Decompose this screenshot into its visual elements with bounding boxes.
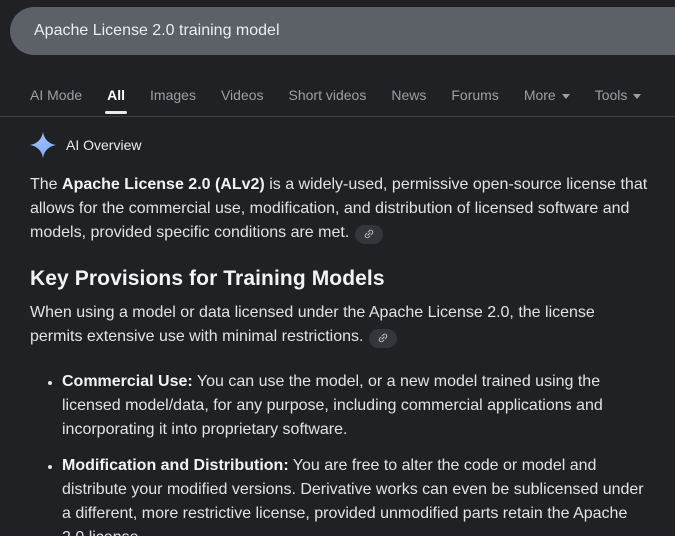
tab-ai-mode[interactable]: AI Mode <box>30 87 82 105</box>
active-tab-underline <box>105 111 127 114</box>
ai-overview-header: AI Overview <box>30 132 648 158</box>
search-input[interactable] <box>34 22 634 40</box>
ai-overview-label: AI Overview <box>66 137 141 153</box>
permissions-paragraph: When using a model or data licensed unde… <box>30 301 648 349</box>
citation-chip[interactable] <box>355 225 383 244</box>
chevron-down-icon <box>562 94 570 99</box>
result-tabs: AI Mode All Images Videos Short videos N… <box>30 87 675 105</box>
tab-more[interactable]: More <box>524 87 570 105</box>
tab-tools[interactable]: Tools <box>595 87 642 105</box>
tab-all[interactable]: All <box>107 87 125 105</box>
tab-short-videos[interactable]: Short videos <box>289 87 367 105</box>
tab-forums[interactable]: Forums <box>451 87 498 105</box>
tab-videos[interactable]: Videos <box>221 87 264 105</box>
tab-news[interactable]: News <box>391 87 426 105</box>
intro-paragraph: The Apache License 2.0 (ALv2) is a widel… <box>30 173 648 245</box>
list-item: Modification and Distribution: You are f… <box>62 454 648 536</box>
search-bar[interactable] <box>10 7 675 55</box>
tab-images[interactable]: Images <box>150 87 196 105</box>
link-icon <box>375 330 392 347</box>
sparkle-icon <box>30 132 56 158</box>
provisions-list: Commercial Use: You can use the model, o… <box>30 370 648 536</box>
chevron-down-icon <box>633 94 641 99</box>
list-item: Commercial Use: You can use the model, o… <box>62 370 648 442</box>
section-heading: Key Provisions for Training Models <box>30 267 648 291</box>
ai-overview-panel: AI Overview The Apache License 2.0 (ALv2… <box>0 132 675 536</box>
link-icon <box>361 226 378 243</box>
tabs-divider <box>0 116 675 117</box>
citation-chip[interactable] <box>369 329 397 348</box>
